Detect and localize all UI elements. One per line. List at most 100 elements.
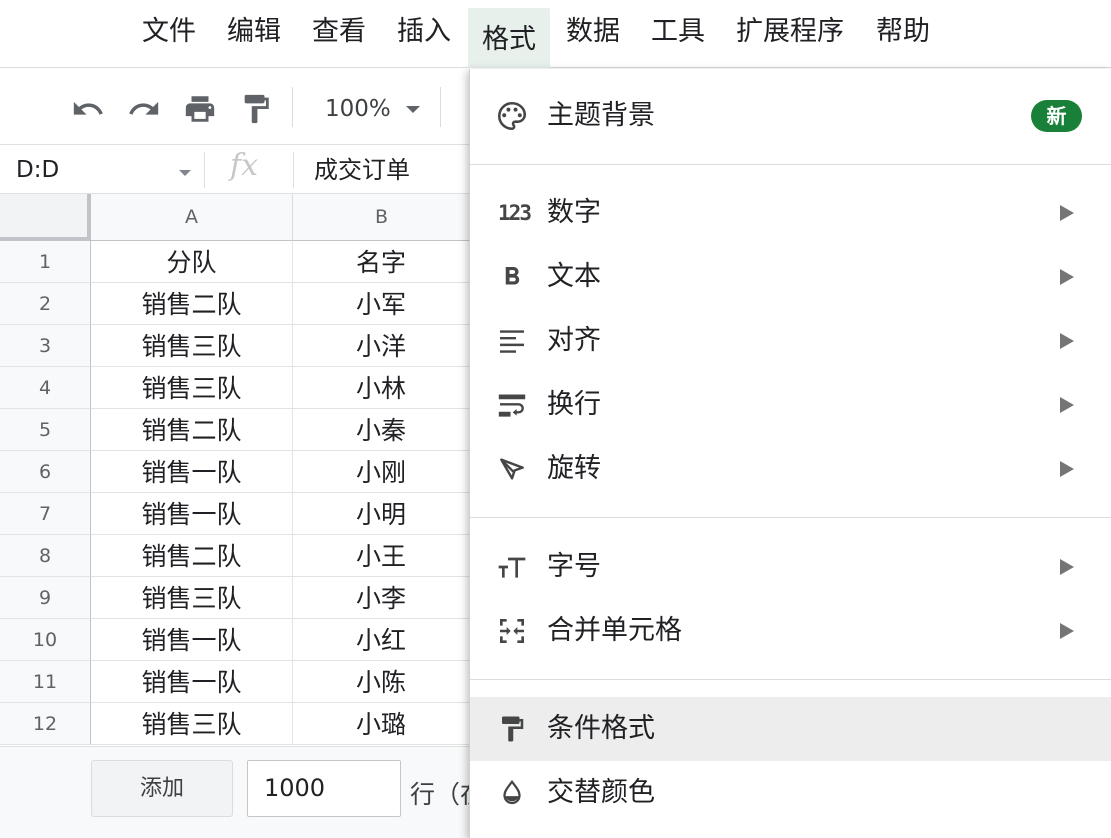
paint-roller-icon xyxy=(494,711,530,747)
name-box[interactable]: D:D xyxy=(16,155,59,185)
cell-a[interactable]: 销售二队 xyxy=(91,409,293,451)
table-row: 11 销售一队 小陈 xyxy=(0,661,470,703)
column-header-a[interactable]: A xyxy=(91,194,293,241)
menu-item-theme[interactable]: 主题背景 新 xyxy=(470,84,1111,148)
add-rows-bar: 添加 1000 行（在 xyxy=(0,746,470,838)
table-row: 5 销售二队 小秦 xyxy=(0,409,470,451)
menu-item-align[interactable]: 对齐 xyxy=(470,309,1111,373)
row-header[interactable]: 7 xyxy=(0,493,91,535)
cell-b[interactable]: 小明 xyxy=(293,493,470,535)
table-row: 4 销售三队 小林 xyxy=(0,367,470,409)
cell-a[interactable]: 销售一队 xyxy=(91,451,293,493)
cell-a[interactable]: 销售二队 xyxy=(91,535,293,577)
zoom-select[interactable]: 100% xyxy=(310,89,430,129)
bold-icon xyxy=(494,259,530,295)
formula-divider xyxy=(293,152,294,188)
table-row: 12 销售三队 小璐 xyxy=(0,703,470,745)
add-rows-button[interactable]: 添加 xyxy=(91,760,233,817)
row-header[interactable]: 9 xyxy=(0,577,91,619)
row-header[interactable]: 10 xyxy=(0,619,91,661)
cell-b[interactable]: 小林 xyxy=(293,367,470,409)
menu-insert[interactable]: 插入 xyxy=(387,2,461,62)
menu-item-merge-cells[interactable]: 合并单元格 xyxy=(470,599,1111,663)
cell-a[interactable]: 销售三队 xyxy=(91,325,293,367)
row-header[interactable]: 5 xyxy=(0,409,91,451)
row-header[interactable]: 11 xyxy=(0,661,91,703)
row-header[interactable]: 12 xyxy=(0,703,91,745)
print-icon[interactable] xyxy=(182,91,218,127)
menu-item-conditional-format[interactable]: 条件格式 xyxy=(470,697,1111,761)
cell-a[interactable]: 销售二队 xyxy=(91,283,293,325)
menu-item-number[interactable]: 123 数字 xyxy=(470,181,1111,245)
menu-item-label: 数字 xyxy=(547,197,601,228)
format-menu-dropdown: 主题背景 新 123 数字 文本 对齐 换行 旋转 字号 合并单元格 条件格式 … xyxy=(469,69,1111,838)
menu-divider xyxy=(470,164,1111,165)
table-row: 8 销售二队 小王 xyxy=(0,535,470,577)
menu-edit[interactable]: 编辑 xyxy=(217,2,291,62)
menu-file[interactable]: 文件 xyxy=(132,2,206,62)
cell-b[interactable]: 名字 xyxy=(293,241,470,283)
redo-icon[interactable] xyxy=(126,91,162,127)
cell-a[interactable]: 销售三队 xyxy=(91,367,293,409)
row-header[interactable]: 8 xyxy=(0,535,91,577)
menu-item-label: 换行 xyxy=(547,389,601,420)
row-header[interactable]: 6 xyxy=(0,451,91,493)
table-row: 9 销售三队 小李 xyxy=(0,577,470,619)
menu-help[interactable]: 帮助 xyxy=(866,2,940,62)
rows-count-input[interactable]: 1000 xyxy=(247,760,401,817)
paint-format-icon[interactable] xyxy=(238,91,274,127)
undo-icon[interactable] xyxy=(70,91,106,127)
formula-input[interactable]: 成交订单 xyxy=(314,155,410,185)
submenu-arrow-icon xyxy=(1060,623,1074,639)
cell-a[interactable]: 销售一队 xyxy=(91,493,293,535)
menu-data[interactable]: 数据 xyxy=(556,2,630,62)
row-header[interactable]: 2 xyxy=(0,283,91,325)
cell-b[interactable]: 小刚 xyxy=(293,451,470,493)
cell-a[interactable]: 销售一队 xyxy=(91,661,293,703)
palette-icon xyxy=(494,98,530,134)
submenu-arrow-icon xyxy=(1060,205,1074,221)
select-all-corner[interactable] xyxy=(0,194,91,241)
menu-item-rotate[interactable]: 旋转 xyxy=(470,437,1111,501)
menu-item-alternating-colors[interactable]: 交替颜色 xyxy=(470,761,1111,825)
menu-item-label: 条件格式 xyxy=(547,713,655,744)
menu-item-font-size[interactable]: 字号 xyxy=(470,535,1111,599)
cell-a[interactable]: 销售三队 xyxy=(91,703,293,745)
cell-a[interactable]: 销售一队 xyxy=(91,619,293,661)
toolbar-divider xyxy=(440,87,441,127)
table-row: 1 分队 名字 xyxy=(0,241,470,283)
menu-extensions[interactable]: 扩展程序 xyxy=(726,2,854,62)
cell-b[interactable]: 小王 xyxy=(293,535,470,577)
column-header-b[interactable]: B xyxy=(293,194,470,241)
submenu-arrow-icon xyxy=(1060,269,1074,285)
cell-b[interactable]: 小李 xyxy=(293,577,470,619)
name-box-dropdown-icon[interactable] xyxy=(179,170,191,176)
rotate-icon xyxy=(494,451,530,487)
toolbar: 100% xyxy=(0,69,470,145)
menu-item-text[interactable]: 文本 xyxy=(470,245,1111,309)
cell-b[interactable]: 小璐 xyxy=(293,703,470,745)
cell-a[interactable]: 销售三队 xyxy=(91,577,293,619)
cell-b[interactable]: 小红 xyxy=(293,619,470,661)
menu-divider xyxy=(470,517,1111,518)
table-row: 3 销售三队 小洋 xyxy=(0,325,470,367)
row-header[interactable]: 4 xyxy=(0,367,91,409)
zoom-value: 100% xyxy=(325,96,391,122)
menu-item-wrap[interactable]: 换行 xyxy=(470,373,1111,437)
formula-divider xyxy=(204,152,205,188)
menu-item-label: 主题背景 xyxy=(547,100,655,131)
cell-b[interactable]: 小军 xyxy=(293,283,470,325)
row-header[interactable]: 3 xyxy=(0,325,91,367)
menu-item-label: 交替颜色 xyxy=(547,777,655,808)
cell-b[interactable]: 小秦 xyxy=(293,409,470,451)
menu-bar: 文件 编辑 查看 插入 格式 数据 工具 扩展程序 帮助 xyxy=(0,0,1111,68)
menu-format[interactable]: 格式 xyxy=(468,8,550,68)
menu-view[interactable]: 查看 xyxy=(302,2,376,62)
menu-item-label: 对齐 xyxy=(547,325,601,356)
menu-tools[interactable]: 工具 xyxy=(641,2,715,62)
cell-b[interactable]: 小洋 xyxy=(293,325,470,367)
cell-a[interactable]: 分队 xyxy=(91,241,293,283)
cell-b[interactable]: 小陈 xyxy=(293,661,470,703)
row-header[interactable]: 1 xyxy=(0,241,91,283)
table-row: 6 销售一队 小刚 xyxy=(0,451,470,493)
